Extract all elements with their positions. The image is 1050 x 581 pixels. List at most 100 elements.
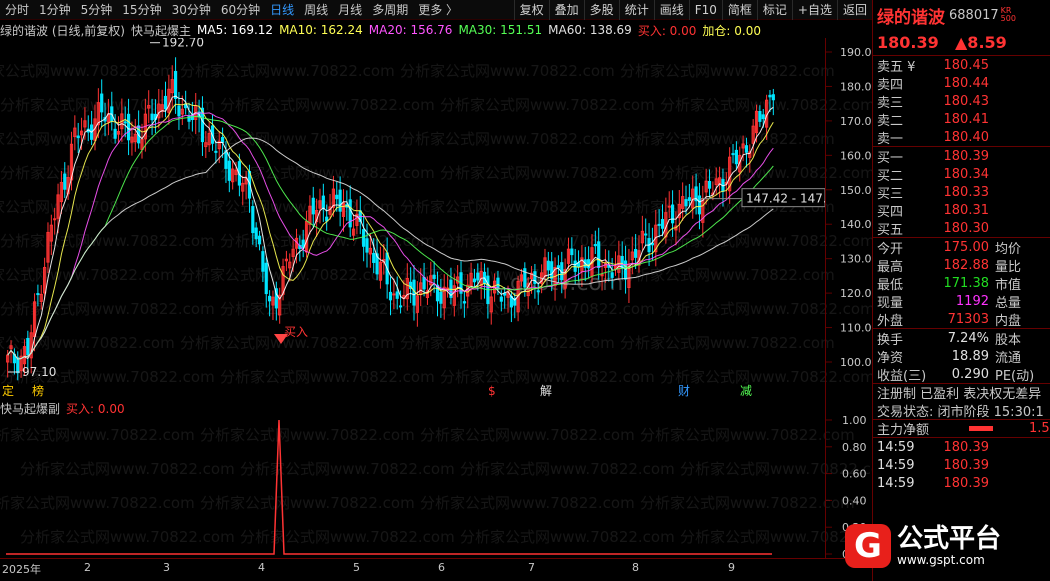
period-tab-9[interactable]: 多周期 xyxy=(367,1,413,18)
candle-body xyxy=(768,94,772,98)
main-flow-row[interactable]: 主力净额 1.5 xyxy=(873,419,1050,438)
ask-row[interactable]: 卖二 180.41 xyxy=(873,110,1050,129)
period-tab-7[interactable]: 周线 xyxy=(299,1,333,18)
tool-button-3[interactable]: 统计 xyxy=(618,0,654,20)
stat-value: 182.88 xyxy=(943,257,990,273)
tool-buttons: 复权 叠加 多股 统计 画线 F10 简框 标记 +自选 返回 xyxy=(513,0,872,20)
event-marker[interactable]: 榜 xyxy=(32,383,44,398)
high-price-label: 192.70 xyxy=(162,38,204,50)
logo-url: www.gspt.com xyxy=(897,553,985,567)
tick-time: 14:59 xyxy=(877,439,915,455)
period-tab-4[interactable]: 30分钟 xyxy=(167,1,216,18)
last-price: 180.39 xyxy=(877,33,939,52)
watermark-text: 分析家公式网www.70822.com xyxy=(240,460,455,478)
watermark-text: 分析家公式网www.70822.com xyxy=(240,528,455,546)
tool-button-4[interactable]: 画线 xyxy=(653,0,689,20)
ask-label: 卖二 xyxy=(877,113,904,129)
event-marker[interactable]: 定 xyxy=(2,383,14,398)
bid-row[interactable]: 买一 180.39 xyxy=(873,147,1050,166)
candle-body xyxy=(503,292,507,296)
event-marker[interactable]: 解 xyxy=(540,384,552,398)
period-tab-0[interactable]: 分时 xyxy=(0,1,34,18)
tool-button-6[interactable]: 简框 xyxy=(721,0,757,20)
ask-row[interactable]: 卖四 180.44 xyxy=(873,74,1050,93)
tool-button-0[interactable]: 复权 xyxy=(513,0,549,20)
price-change: ▲8.59 xyxy=(955,33,1007,52)
bid-price: 180.33 xyxy=(943,184,990,200)
sub-indicator-chart[interactable]: 1.000.800.600.400.200.00分析家公式网www.70822.… xyxy=(0,416,872,558)
ask-label: 卖五 ¥ xyxy=(877,59,916,75)
tool-button-9[interactable]: 返回 xyxy=(836,0,872,20)
tool-button-1[interactable]: 叠加 xyxy=(548,0,584,20)
sub-indicator-name[interactable]: 快马起爆副 xyxy=(0,400,60,417)
candle-body xyxy=(439,291,443,304)
stat-label: 最高 xyxy=(877,259,904,275)
watermark-text: 分析家公式网www.70822.com xyxy=(660,368,872,386)
sub-buy-value: 买入: 0.00 xyxy=(66,401,125,416)
quote-header: 绿的谐波 688017 KR 500 xyxy=(873,0,1050,30)
stat-row: 现量 1192 总量 xyxy=(873,292,1050,311)
watermark-text: 分析家公式网www.70822.com xyxy=(640,494,855,512)
candle-body xyxy=(221,137,225,143)
watermark-text: 分析家公式网www.70822.com xyxy=(660,232,872,250)
stat-label: 现量 xyxy=(877,295,904,311)
candle-body xyxy=(100,93,104,113)
candle-body xyxy=(670,204,675,224)
candle-body xyxy=(570,248,574,256)
candle-body xyxy=(392,293,396,296)
logo-badge: G xyxy=(845,524,891,568)
candle-body xyxy=(667,205,671,208)
bid-label: 买四 xyxy=(877,204,904,220)
watermark-text: 分析家公式网www.70822.com xyxy=(460,528,675,546)
bid-row[interactable]: 买五 180.30 xyxy=(873,219,1050,238)
candle-body xyxy=(76,135,80,139)
period-tab-10[interactable]: 更多 〉 xyxy=(413,1,463,18)
fund-value: 0.290 xyxy=(951,366,989,382)
bid-row[interactable]: 买三 180.33 xyxy=(873,183,1050,202)
period-tab-8[interactable]: 月线 xyxy=(333,1,367,18)
indicator-name[interactable]: 快马起爆主 xyxy=(131,22,191,38)
watermark-text: 分析家公式网www.70822.com xyxy=(660,164,872,182)
watermark-text: 分析家公式网www.70822.com xyxy=(680,528,872,546)
main-flow-value: 1.5 xyxy=(1029,421,1050,436)
tool-button-2[interactable]: 多股 xyxy=(583,0,619,20)
stat-label-2: 量比 xyxy=(995,259,1022,275)
period-tab-1[interactable]: 1分钟 xyxy=(34,1,76,18)
tick-list: 14:59 180.39 14:59 180.39 14:59 180.39 xyxy=(873,437,1050,492)
tool-button-8[interactable]: +自选 xyxy=(791,0,837,20)
period-tab-6[interactable]: 日线 xyxy=(265,1,299,18)
period-tab-2[interactable]: 5分钟 xyxy=(76,1,118,18)
tool-button-7[interactable]: 标记 xyxy=(756,0,792,20)
watermark-text: 分析家公式网www.70822.com xyxy=(440,164,655,182)
event-marker[interactable]: $ xyxy=(488,384,496,398)
candle-body xyxy=(388,291,393,301)
logo-title: 公式平台 xyxy=(897,524,1002,554)
fund-label-2: 股本 xyxy=(995,332,1022,348)
candle-body xyxy=(177,105,181,117)
period-tab-5[interactable]: 60分钟 xyxy=(216,1,265,18)
stock-title: 绿的谐波 (日线,前复权) xyxy=(0,23,125,38)
ask-label: 卖三 xyxy=(877,95,904,111)
x-axis: 2025年 2 3 4 5 6 7 8 9 xyxy=(0,558,872,576)
buy-marker-label: 买入 xyxy=(284,325,308,339)
low-price-label: 97.10 xyxy=(22,365,56,379)
y-tick-label: 160.0 xyxy=(840,149,872,162)
candlestick-chart[interactable]: 190.0 180.0 170.0 160.0 150.0 140.0 130.0 120.0… xyxy=(0,38,872,400)
stat-row: 今开 175.00 均价 xyxy=(873,238,1050,257)
bid-row[interactable]: 买二 180.34 xyxy=(873,165,1050,184)
event-marker[interactable]: 减 xyxy=(740,384,752,398)
tick-price: 180.39 xyxy=(943,475,990,491)
ask-row[interactable]: 卖三 180.43 xyxy=(873,92,1050,111)
event-marker[interactable]: 财 xyxy=(678,384,690,398)
candle-body xyxy=(311,197,315,215)
ask-row[interactable]: 卖一 180.40 xyxy=(873,128,1050,147)
fund-label-2: 流通 xyxy=(995,350,1022,366)
x-tick-label: 7 xyxy=(528,561,535,574)
bid-row[interactable]: 买四 180.31 xyxy=(873,201,1050,220)
ask-row[interactable]: 卖五 ¥ 180.45 xyxy=(873,56,1050,75)
candle-body xyxy=(395,291,399,299)
tool-button-5[interactable]: F10 xyxy=(688,0,722,20)
candle-body xyxy=(550,261,554,279)
period-tab-3[interactable]: 15分钟 xyxy=(117,1,166,18)
candle-body xyxy=(761,114,765,120)
